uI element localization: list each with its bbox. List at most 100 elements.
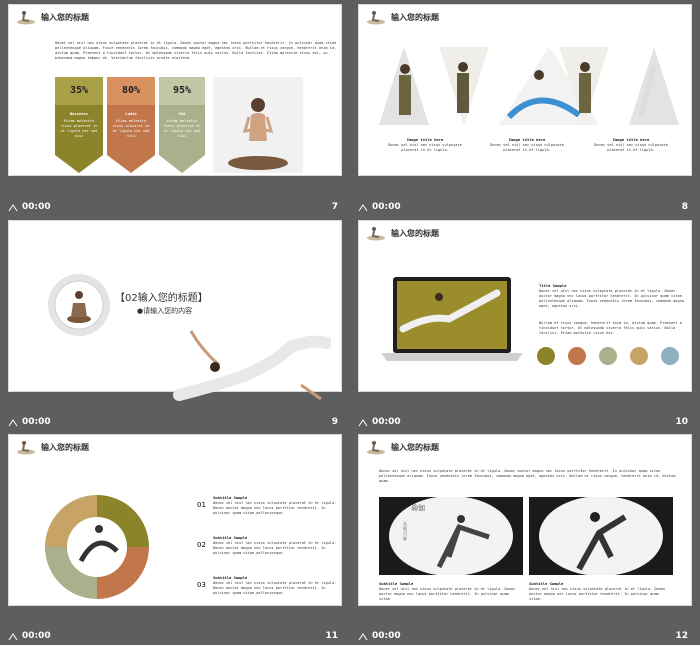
footer-time: 00:00 — [22, 631, 51, 641]
swatch-rust — [568, 347, 586, 365]
yoga-pose-figure-1 — [399, 75, 411, 115]
slide-header: 输入您的标题 — [365, 225, 439, 241]
section-subheading: ●请输入您的内容 — [137, 307, 193, 315]
meditation-photo — [213, 77, 303, 173]
stat-value-1: 35% — [69, 85, 89, 96]
content-para-1: Donec vel nisl nec nisus vulputate place… — [539, 289, 684, 308]
yoga-footer-icon — [358, 203, 368, 211]
yoga-footer-icon — [358, 418, 368, 426]
yoga-char: 瑜伽 — [411, 504, 425, 512]
swatch-blue — [661, 347, 679, 365]
section-heading: 【02输入您的标题】 — [115, 293, 208, 304]
yoga-logo-icon — [17, 11, 35, 25]
slide-header: 输入您的标题 — [15, 9, 89, 25]
bw-photo-left — [379, 497, 523, 575]
footer-time: 00:00 — [372, 417, 401, 427]
yoga-pose-figure-2 — [457, 73, 469, 113]
swatch-sage — [599, 347, 617, 365]
slide-number: 7 — [331, 202, 338, 212]
body-text: Donec vel nisl nec nisus vulputate place… — [55, 41, 337, 60]
slide-header: 输入您的标题 — [15, 439, 89, 455]
swatch-tan — [630, 347, 648, 365]
slide-11[interactable]: 输入您的标题 01 Subtitle Sample Donec vel nisl… — [8, 434, 342, 606]
slide-footer-9: 00:00 9 — [8, 413, 342, 431]
cycle-arrows-diagram — [45, 495, 149, 599]
stat-label-2: Ludie — [125, 111, 137, 116]
slide-title: 输入您的标题 — [391, 442, 439, 452]
bw-photo-right — [529, 497, 673, 575]
body-text: Donec vel nisl nec nisus vulputate place… — [379, 469, 676, 483]
vertical-slogan: 无限可能 — [403, 521, 407, 541]
swatch-olive — [537, 347, 555, 365]
caption-text-2: Donec vel nisl nec nisus vulputate place… — [490, 143, 564, 152]
slide-9[interactable]: 【02输入您的标题】 ●请输入您的内容 — [8, 220, 342, 401]
stat-text-1: Etiam molestie risus placerat in et ligu… — [60, 119, 98, 138]
slide-title: 输入您的标题 — [41, 442, 89, 452]
stat-value-3: 95% — [172, 85, 192, 96]
yoga-logo-icon — [367, 11, 385, 25]
stat-value-2: 80% — [121, 85, 141, 96]
item-number: 03 — [197, 581, 206, 589]
slide-footer-12: 00:00 12 — [358, 627, 692, 645]
item-title: Subtitle Sample — [213, 495, 248, 500]
slide-10[interactable]: 输入您的标题 Title Sample Donec vel nisl nec n… — [358, 220, 692, 392]
slide-header: 输入您的标题 — [365, 9, 439, 25]
yoga-logo-icon — [17, 441, 35, 455]
stat-text-2: Etiam molestie risus placerat in et ligu… — [112, 119, 150, 138]
slide-number: 9 — [331, 417, 338, 427]
slide-12[interactable]: 输入您的标题 Donec vel nisl nec nisus vulputat… — [358, 434, 692, 606]
slide-footer-8: 00:00 8 — [358, 198, 692, 216]
slide-title: 输入您的标题 — [391, 12, 439, 22]
content-title: Title Sample — [539, 283, 567, 288]
slide-8[interactable]: 输入您的标题 Image title here Donec vel nisl n… — [358, 4, 692, 176]
slide-footer-11: 00:00 11 — [8, 627, 342, 645]
item-text: Donec vel nisl nec nisus vulputate place… — [213, 541, 337, 555]
yoga-footer-icon — [8, 418, 18, 426]
content-para-2: Nullam et risus congue, hendrerit enim i… — [539, 321, 682, 335]
item-number: 02 — [197, 541, 206, 549]
slide-number: 12 — [675, 631, 688, 641]
triangle-photo-strip — [379, 47, 679, 125]
stat-label-3: USA — [178, 111, 186, 116]
slide-number: 11 — [325, 631, 338, 641]
item-number: 01 — [197, 501, 206, 509]
footer-time: 00:00 — [372, 631, 401, 641]
circle-photo-frame — [48, 274, 110, 336]
caption-title-1: Image title here — [406, 137, 444, 142]
slide-title: 输入您的标题 — [41, 12, 89, 22]
laptop-mockup — [381, 277, 523, 361]
yoga-footer-icon — [8, 632, 18, 640]
slide-title: 输入您的标题 — [391, 228, 439, 238]
meditating-woman-icon — [228, 98, 288, 170]
yoga-footer-icon — [8, 203, 18, 211]
color-swatches — [537, 347, 679, 365]
caption-text-3: Donec vel nisl nec nisus vulputate place… — [594, 143, 668, 152]
yoga-logo-icon — [367, 441, 385, 455]
dancer-image — [173, 330, 331, 401]
slide-header: 输入您的标题 — [365, 439, 439, 455]
slide-7[interactable]: 输入您的标题 Donec vel nisl nec nisus vulputat… — [8, 4, 342, 176]
yoga-logo-icon — [367, 227, 385, 241]
item-text: Donec vel nisl nec nisus vulputate place… — [213, 501, 337, 515]
caption-text-left: Donec vel nisl nec nisus vulputate place… — [379, 587, 516, 601]
yoga-footer-icon — [358, 632, 368, 640]
caption-text-1: Donec vel nisl nec nisus vulputate place… — [388, 143, 462, 152]
caption-title-2: Image title here — [508, 137, 546, 142]
footer-time: 00:00 — [372, 202, 401, 212]
footer-time: 00:00 — [22, 202, 51, 212]
caption-title-left: Subtitle Sample — [379, 581, 414, 586]
stat-label-1: Business — [69, 111, 89, 116]
item-text: Donec vel nisl nec nisus vulputate place… — [213, 581, 337, 595]
caption-text-right: Donec vel nisl nec nisus vulputate place… — [529, 587, 666, 601]
slide-number: 10 — [675, 417, 688, 427]
item-title: Subtitle Sample — [213, 535, 248, 540]
slide-number: 8 — [681, 202, 688, 212]
caption-title-right: Subtitle Sample — [529, 581, 564, 586]
footer-time: 00:00 — [22, 417, 51, 427]
yoga-pose-figure-4 — [579, 73, 591, 113]
caption-title-3: Image title here — [612, 137, 650, 142]
slide-footer-10: 00:00 10 — [358, 413, 692, 431]
slide-footer-7: 00:00 7 — [8, 198, 342, 216]
item-title: Subtitle Sample — [213, 575, 248, 580]
stat-text-3: Etiam molestie risus placerat in et ligu… — [163, 119, 201, 138]
